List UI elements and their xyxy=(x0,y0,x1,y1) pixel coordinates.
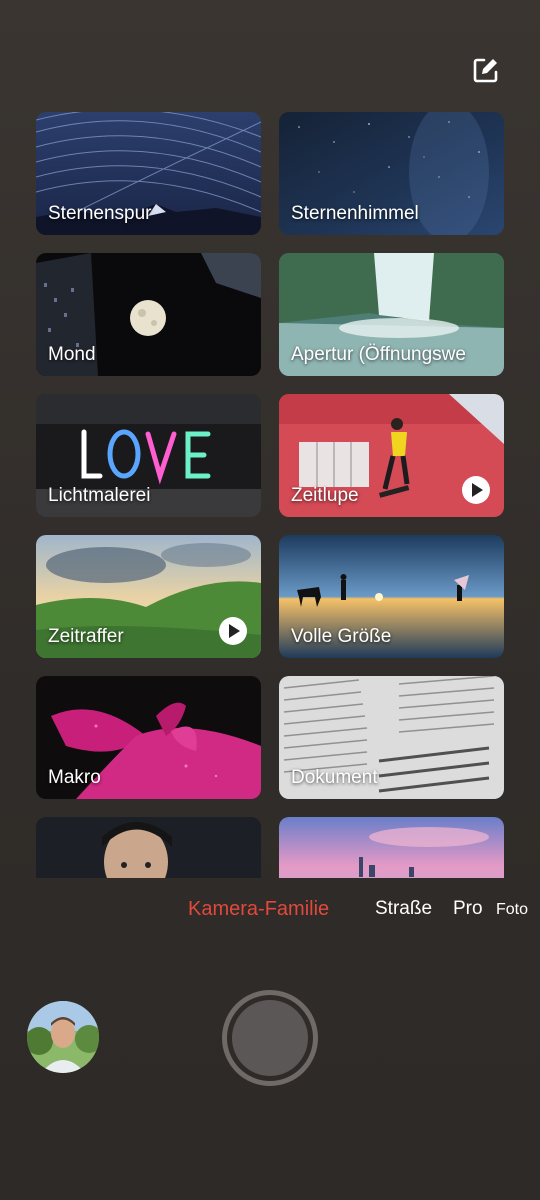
tile-label: Volle Größe xyxy=(291,626,392,647)
city-sunset-image xyxy=(279,817,504,878)
portrait-image xyxy=(36,817,261,878)
mode-tile-macro[interactable]: Makro xyxy=(36,676,261,799)
gallery-thumbnail[interactable] xyxy=(27,1001,99,1073)
mode-camera-family[interactable]: Kamera-Familie xyxy=(188,898,329,921)
mode-tile-star-trail[interactable]: Sternenspur xyxy=(36,112,261,235)
tile-label: Mond xyxy=(48,344,96,365)
video-play-icon xyxy=(219,617,247,645)
tile-label: Sternenhimmel xyxy=(291,203,419,224)
tile-label: Zeitlupe xyxy=(291,485,359,506)
tile-label: Makro xyxy=(48,767,101,788)
tile-label: Sternenspur xyxy=(48,203,152,224)
mode-tile-moon[interactable]: Mond xyxy=(36,253,261,376)
mode-selector: Kamera-Familie Straße Pro Foto xyxy=(0,898,540,928)
mode-street[interactable]: Straße xyxy=(375,898,432,920)
mode-photo[interactable]: Foto xyxy=(496,901,528,919)
edit-icon[interactable] xyxy=(470,54,502,86)
mode-tile-slow-motion[interactable]: Zeitlupe xyxy=(279,394,504,517)
mode-tile-full-size[interactable]: Volle Größe xyxy=(279,535,504,658)
tile-label: Dokument xyxy=(291,767,378,788)
mode-tile-portrait[interactable] xyxy=(36,817,261,878)
mode-tile-starry-sky[interactable]: Sternenhimmel xyxy=(279,112,504,235)
mode-tile-aperture[interactable]: Apertur (Öffnungswe xyxy=(279,253,504,376)
mode-tile-city-sunset[interactable] xyxy=(279,817,504,878)
mode-tile-document[interactable]: Dokument xyxy=(279,676,504,799)
mode-tile-time-lapse[interactable]: Zeitraffer xyxy=(36,535,261,658)
shutter-inner xyxy=(232,1000,308,1076)
tile-label: Zeitraffer xyxy=(48,626,124,647)
tile-label: Apertur (Öffnungswe xyxy=(291,344,466,365)
gallery-preview-image xyxy=(27,1001,99,1073)
mode-tile-light-painting[interactable]: Lichtmalerei xyxy=(36,394,261,517)
shutter-button[interactable] xyxy=(222,990,318,1086)
tile-label: Lichtmalerei xyxy=(48,485,151,506)
camera-mode-grid: Sternenspur Sternenhimmel Mond Apertur (… xyxy=(36,112,504,878)
mode-pro[interactable]: Pro xyxy=(453,898,483,920)
video-play-icon xyxy=(462,476,490,504)
